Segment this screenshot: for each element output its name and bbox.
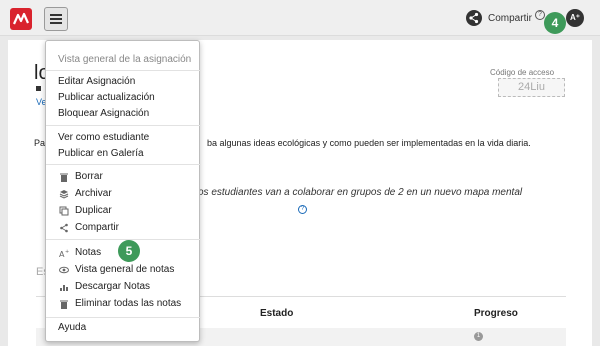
share-button[interactable]: Compartir ?	[466, 9, 545, 27]
calendar-icon	[36, 86, 41, 91]
menu-item-view-as-student[interactable]: Ver como estudiante	[58, 131, 149, 145]
eye-icon	[59, 266, 69, 274]
column-estado[interactable]: Estado	[260, 308, 293, 319]
menu-item-grades-overview[interactable]: Vista general de notas	[75, 263, 174, 277]
hamburger-icon	[50, 14, 62, 16]
column-progreso[interactable]: Progreso	[474, 308, 518, 319]
step-badge-4: 4	[544, 12, 566, 34]
menu-item-overview[interactable]: Vista general de la asignación	[58, 53, 191, 67]
progress-badge: 1	[474, 332, 483, 341]
chart-icon	[60, 285, 68, 291]
menu-divider	[46, 317, 201, 318]
app-logo[interactable]	[10, 8, 32, 30]
step-badge-5: 5	[118, 240, 140, 262]
menu-divider	[46, 239, 201, 240]
menu-button[interactable]	[44, 7, 68, 31]
menu-item-delete[interactable]: Borrar	[75, 170, 103, 184]
access-code[interactable]: 24Liu	[498, 78, 565, 97]
menu-item-lock[interactable]: Bloquear Asignación	[58, 107, 149, 121]
info-icon[interactable]: ?	[298, 205, 307, 214]
menu-item-duplicate[interactable]: Duplicar	[75, 204, 112, 218]
menu-item-grades[interactable]: Notas	[75, 246, 101, 260]
menu-divider	[46, 70, 201, 71]
share-icon	[466, 10, 482, 26]
menu-item-share[interactable]: Compartir	[75, 221, 119, 235]
menu-item-edit[interactable]: Editar Asignación	[58, 75, 135, 89]
menu-divider	[46, 125, 201, 126]
trash-icon	[60, 300, 68, 309]
archive-icon	[59, 190, 69, 199]
svg-text:+: +	[65, 249, 69, 255]
menu-divider	[46, 164, 201, 165]
help-icon[interactable]: ?	[534, 10, 545, 20]
access-code-label: Código de acceso	[490, 68, 555, 77]
share-label: Compartir	[488, 12, 532, 24]
trash-icon	[60, 173, 68, 182]
menu-item-publish-gallery[interactable]: Publicar en Galería	[58, 147, 144, 161]
menu-item-help[interactable]: Ayuda	[58, 321, 86, 335]
menu-item-download-grades[interactable]: Descargar Notas	[75, 280, 150, 294]
top-bar: Compartir ? A⁺	[0, 0, 600, 36]
assignment-menu: Vista general de la asignación Editar As…	[45, 40, 201, 342]
grades-icon: A +	[59, 249, 69, 258]
instructions: os estudiantes van a colaborar en grupos…	[198, 187, 523, 198]
menu-item-archive[interactable]: Archivar	[75, 187, 112, 201]
grade-icon[interactable]: A⁺	[566, 9, 584, 27]
share-icon	[60, 223, 68, 233]
menu-item-delete-all-grades[interactable]: Eliminar todas las notas	[75, 297, 181, 311]
menu-item-publish-update[interactable]: Publicar actualización	[58, 91, 155, 105]
duplicate-icon	[59, 206, 69, 216]
